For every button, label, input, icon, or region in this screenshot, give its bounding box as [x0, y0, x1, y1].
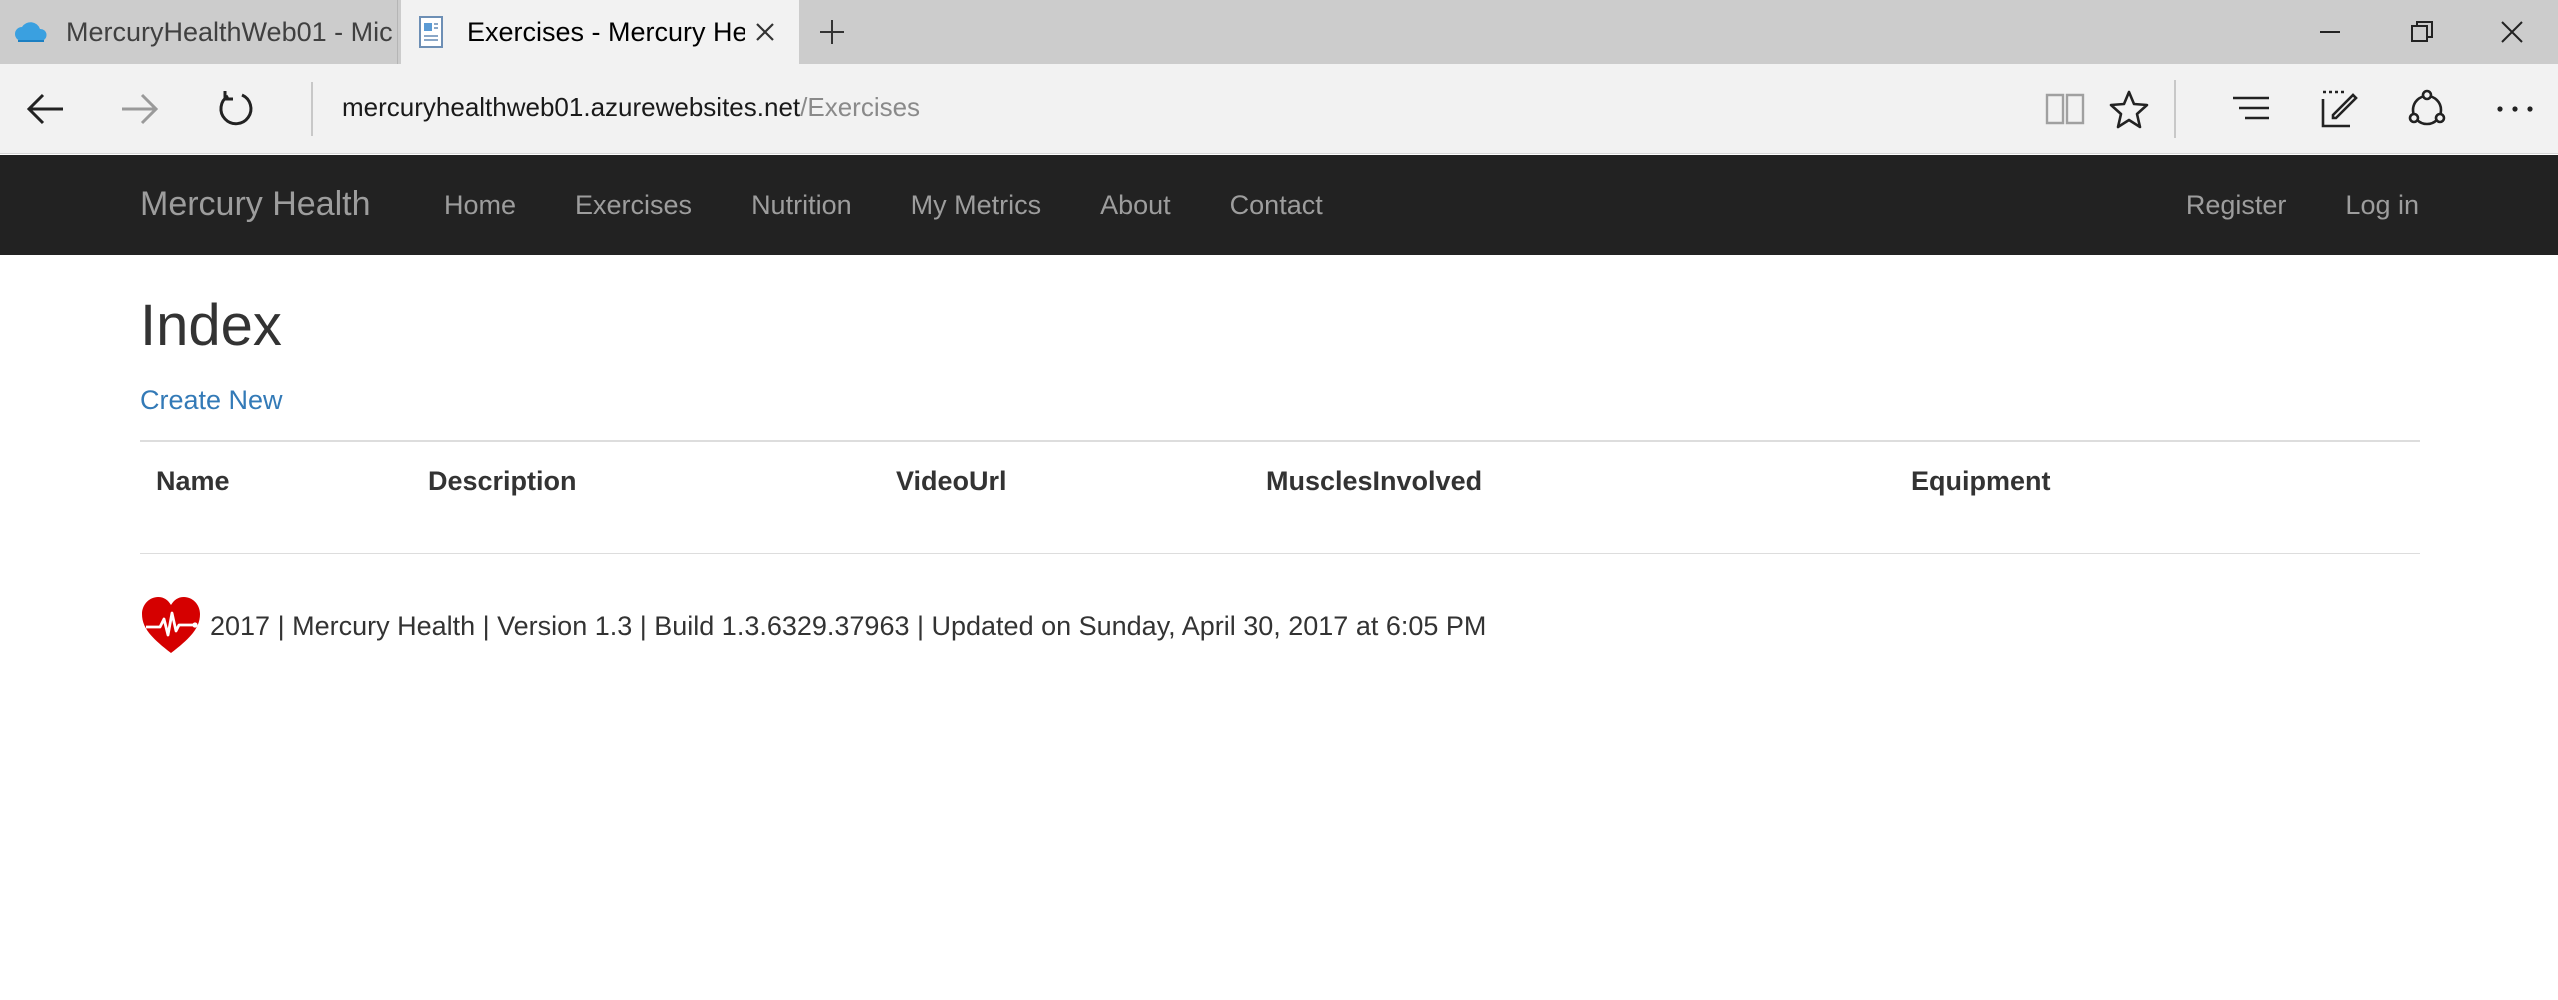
more-icon[interactable] — [2490, 84, 2540, 134]
login-link[interactable]: Log in — [2345, 190, 2419, 221]
page-footer: 2017 | Mercury Health | Version 1.3 | Bu… — [140, 595, 1486, 657]
column-header-description: Description — [428, 466, 577, 496]
forward-button[interactable] — [115, 84, 165, 134]
browser-tab-exercises[interactable]: Exercises - Mercury Hea — [401, 0, 799, 64]
register-link[interactable]: Register — [2186, 190, 2287, 221]
hub-icon[interactable] — [2226, 84, 2276, 134]
table-header-row: Name Description VideoUrl MusclesInvolve… — [140, 442, 2420, 554]
url-field[interactable]: mercuryhealthweb01.azurewebsites.net/Exe… — [342, 92, 920, 123]
heart-pulse-icon — [140, 595, 202, 657]
nav-link-about[interactable]: About — [1100, 190, 1171, 221]
column-header-equipment: Equipment — [1911, 466, 2051, 496]
refresh-button[interactable] — [211, 84, 261, 134]
browser-tab-portal[interactable]: MercuryHealthWeb01 - Mic — [0, 0, 398, 64]
url-path: /Exercises — [800, 92, 921, 122]
exercises-table: Name Description VideoUrl MusclesInvolve… — [140, 440, 2420, 554]
minimize-button[interactable] — [2284, 0, 2376, 64]
toolbar-separator — [2174, 80, 2176, 138]
browser-tab-strip: MercuryHealthWeb01 - Mic Exercises - Mer… — [0, 0, 2558, 64]
nav-account-links: Register Log in — [2127, 190, 2419, 221]
site-navbar: Mercury Health Home Exercises Nutrition … — [0, 155, 2558, 255]
nav-link-contact[interactable]: Contact — [1230, 190, 1323, 221]
column-header-musclesinvolved: MusclesInvolved — [1266, 466, 1483, 496]
cloud-icon — [14, 15, 48, 49]
tab-title: MercuryHealthWeb01 - Mic — [66, 16, 393, 47]
close-window-button[interactable] — [2466, 0, 2558, 64]
column-header-name: Name — [156, 466, 230, 496]
url-host: mercuryhealthweb01.azurewebsites.net — [342, 92, 801, 122]
browser-address-bar: mercuryhealthweb01.azurewebsites.net/Exe… — [0, 64, 2558, 154]
nav-link-exercises[interactable]: Exercises — [575, 190, 692, 221]
nav-link-home[interactable]: Home — [444, 190, 516, 221]
page-icon — [415, 15, 449, 49]
brand-link[interactable]: Mercury Health — [140, 185, 371, 224]
reading-view-icon[interactable] — [2040, 84, 2090, 134]
nav-links: Home Exercises Nutrition My Metrics Abou… — [444, 190, 1382, 221]
favorite-star-icon[interactable] — [2104, 84, 2154, 134]
tab-title: Exercises - Mercury Hea — [467, 16, 745, 47]
page-title: Index — [140, 293, 282, 358]
address-separator — [311, 82, 313, 136]
new-tab-button[interactable] — [812, 12, 852, 52]
back-button[interactable] — [20, 84, 70, 134]
footer-text: 2017 | Mercury Health | Version 1.3 | Bu… — [210, 610, 1487, 641]
nav-link-nutrition[interactable]: Nutrition — [751, 190, 852, 221]
share-icon[interactable] — [2402, 84, 2452, 134]
restore-button[interactable] — [2376, 0, 2468, 64]
close-tab-icon[interactable] — [745, 12, 785, 52]
column-header-videourl: VideoUrl — [896, 466, 1007, 496]
nav-link-my-metrics[interactable]: My Metrics — [911, 190, 1042, 221]
web-note-icon[interactable] — [2314, 84, 2364, 134]
create-new-link[interactable]: Create New — [140, 385, 283, 416]
